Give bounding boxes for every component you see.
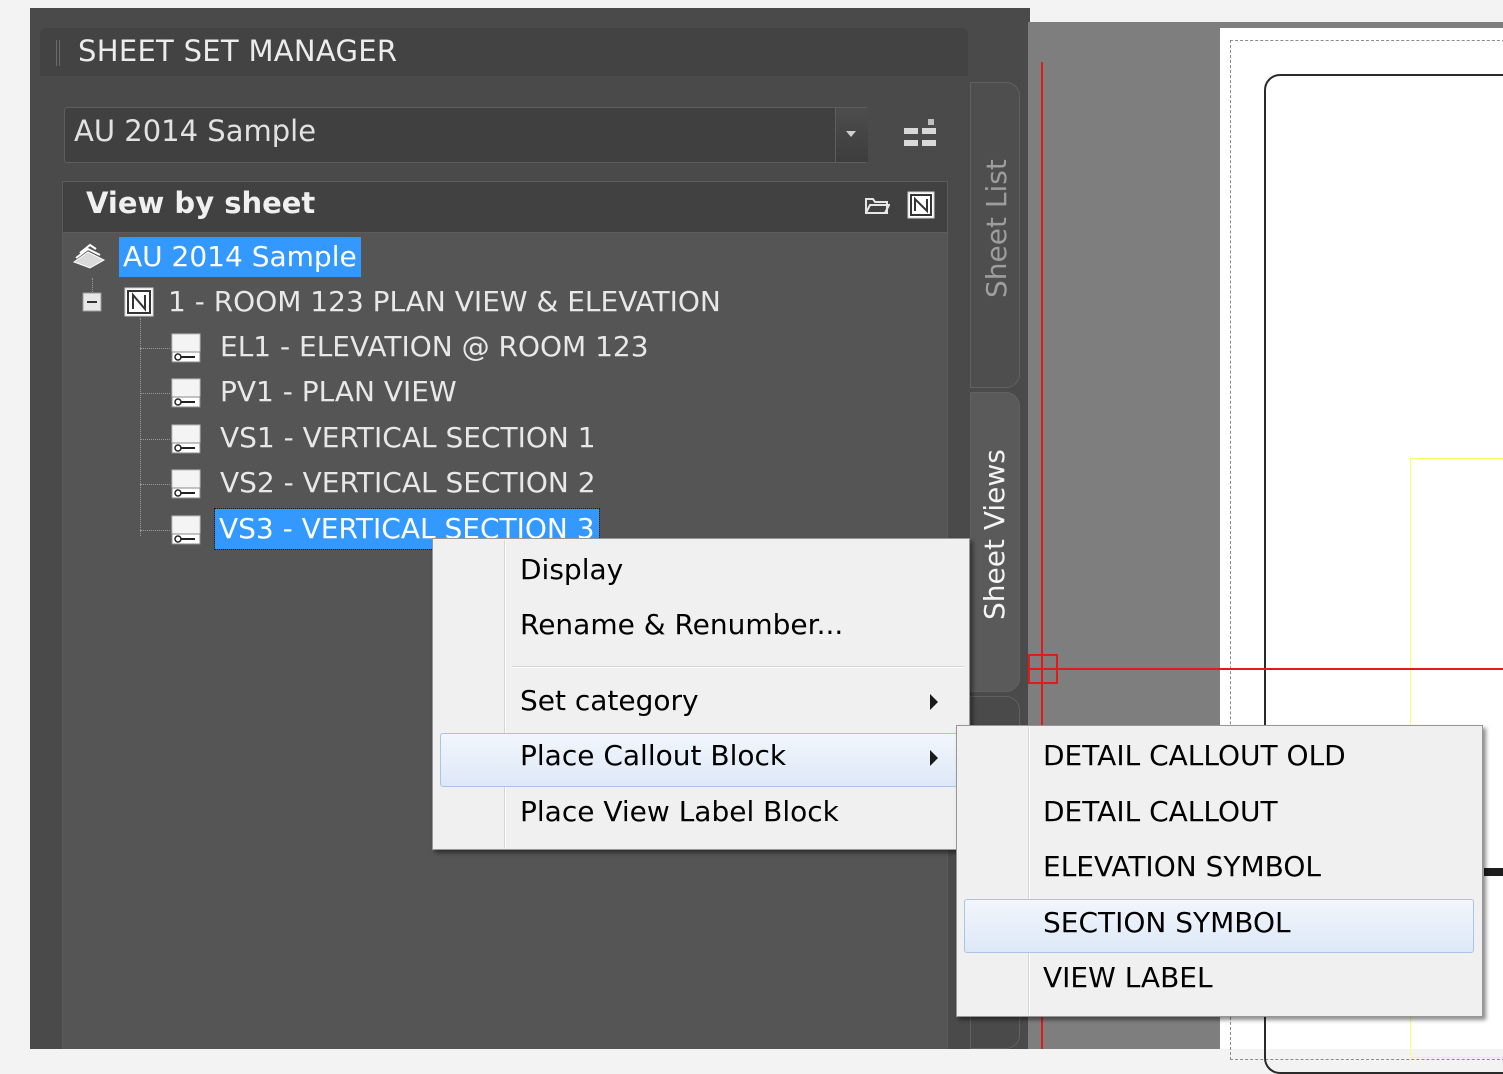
tree-view-item[interactable]: PV1 - PLAN VIEW bbox=[220, 372, 457, 412]
sheet-set-icon bbox=[72, 243, 106, 269]
submenu-item-view-label[interactable]: VIEW LABEL bbox=[1043, 961, 1213, 994]
menu-item-display[interactable]: Display bbox=[520, 553, 623, 586]
collapse-icon[interactable] bbox=[82, 292, 102, 312]
chevron-down-icon bbox=[846, 131, 856, 137]
tree-view-item[interactable]: VS1 - VERTICAL SECTION 1 bbox=[220, 418, 596, 458]
menu-gutter bbox=[504, 540, 506, 848]
sheet-set-options-icon[interactable] bbox=[902, 118, 940, 156]
submenu-item-detail-callout[interactable]: DETAIL CALLOUT bbox=[1043, 795, 1278, 828]
sheet-set-dropdown-value: AU 2014 Sample bbox=[74, 114, 317, 148]
tree-view-item[interactable]: EL1 - ELEVATION @ ROOM 123 bbox=[220, 327, 649, 367]
sheet-icon bbox=[124, 287, 154, 317]
submenu-arrow-icon bbox=[930, 694, 938, 710]
drawing-line-fragment bbox=[1484, 868, 1503, 876]
tree-connector bbox=[140, 439, 170, 440]
submenu-item-detail-callout-old[interactable]: DETAIL CALLOUT OLD bbox=[1043, 739, 1346, 772]
submenu-item-elevation-symbol[interactable]: ELEVATION SYMBOL bbox=[1043, 850, 1321, 883]
palette-title: SHEET SET MANAGER bbox=[78, 34, 398, 68]
tree-view-item[interactable]: VS2 - VERTICAL SECTION 2 bbox=[220, 463, 596, 503]
menu-separator bbox=[512, 666, 964, 668]
new-sheet-icon[interactable] bbox=[906, 190, 936, 220]
menu-item-set-category[interactable]: Set category bbox=[520, 684, 699, 717]
sheet-view-icon bbox=[171, 469, 201, 499]
menu-item-place-callout-block[interactable]: Place Callout Block bbox=[520, 739, 786, 772]
menu-item-rename-renumber[interactable]: Rename & Renumber... bbox=[520, 608, 843, 641]
tab-sheet-list-label: Sheet List bbox=[980, 159, 1013, 298]
tree-connector bbox=[140, 484, 170, 485]
tree-root-sheet-set[interactable]: AU 2014 Sample bbox=[119, 237, 361, 277]
tree-connector bbox=[92, 278, 93, 292]
crosshair-horizontal bbox=[1028, 668, 1503, 670]
crosshair-pickbox bbox=[1028, 654, 1058, 684]
sheet-view-icon bbox=[171, 424, 201, 454]
tree-sheet-item[interactable]: 1 - ROOM 123 PLAN VIEW & ELEVATION bbox=[168, 282, 721, 322]
sheet-view-icon bbox=[171, 515, 201, 545]
tree-connector bbox=[140, 318, 141, 536]
sheet-view-icon bbox=[171, 378, 201, 408]
submenu-arrow-icon bbox=[930, 750, 938, 766]
sheet-view-icon bbox=[171, 333, 201, 363]
tree-connector bbox=[140, 530, 170, 531]
title-grip-icon[interactable] bbox=[56, 40, 62, 66]
tree-connector bbox=[140, 393, 170, 394]
view-by-sheet-label: View by sheet bbox=[86, 186, 316, 220]
menu-gutter bbox=[1028, 727, 1030, 1015]
menu-item-place-view-label-block[interactable]: Place View Label Block bbox=[520, 795, 839, 828]
tab-sheet-views-label: Sheet Views bbox=[978, 449, 1011, 620]
tree-connector bbox=[140, 348, 170, 349]
submenu-item-section-symbol[interactable]: SECTION SYMBOL bbox=[1043, 906, 1291, 939]
folder-icon[interactable] bbox=[864, 194, 890, 216]
